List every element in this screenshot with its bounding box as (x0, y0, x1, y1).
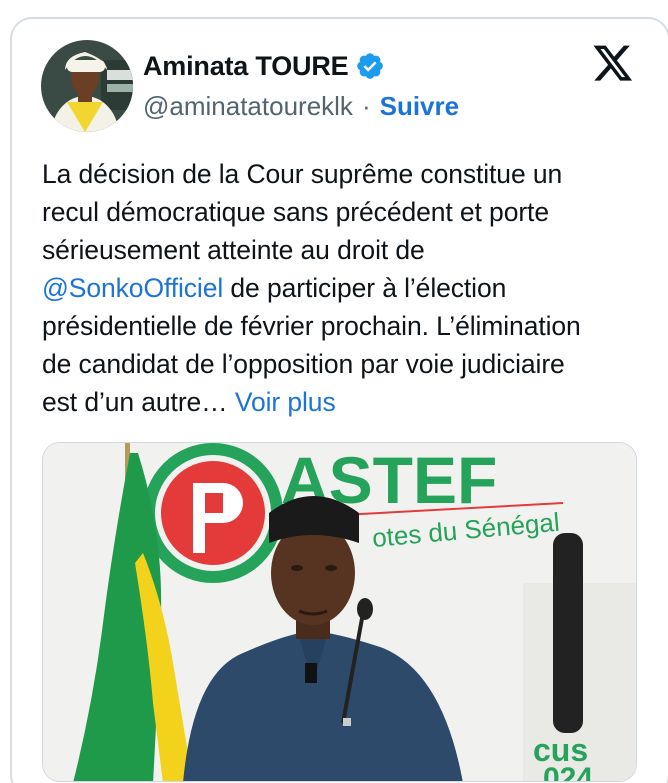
author-handle-row: @aminatatoureklk · Suivre (143, 89, 459, 123)
author-display-name[interactable]: Aminata TOURE (143, 51, 349, 82)
avatar-photo (41, 40, 133, 132)
tweet-line: sérieusement atteinte au droit de (42, 235, 425, 265)
author-avatar[interactable] (41, 40, 133, 132)
mention-link[interactable]: @SonkoOfficiel (42, 273, 223, 303)
tweet-line-with-mention: @SonkoOfficiel de participer à l’électio… (42, 269, 642, 307)
press-conference-photo: ASTEF otes du Sénégal cus 024 (43, 443, 636, 782)
tweet-media-image[interactable]: ASTEF otes du Sénégal cus 024 (42, 442, 637, 782)
tweet-line-text: est d’un autre… (42, 387, 228, 417)
tweet-line: La décision de la Cour suprême constitue… (42, 159, 563, 189)
follow-button[interactable]: Suivre (380, 91, 460, 122)
tweet-line: présidentielle de février prochain. L’él… (42, 311, 581, 341)
tweet-line-last: est d’un autre… Voir plus (42, 383, 642, 421)
read-more-link[interactable]: Voir plus (235, 387, 336, 417)
tweet-line-rest: de participer à l’élection (223, 273, 507, 303)
separator-dot: · (361, 90, 371, 121)
tweet-line: de candidat de l’opposition par voie jud… (42, 349, 565, 379)
corner-subtext: 024 (543, 762, 593, 782)
tweet-line: recul démocratique sans précédent et por… (42, 197, 549, 227)
author-name-row: Aminata TOURE (143, 48, 385, 84)
verified-badge-icon (355, 51, 385, 81)
author-handle[interactable]: @aminatatoureklk (143, 91, 353, 122)
tweet-text: La décision de la Cour suprême constitue… (42, 155, 642, 421)
page: Aminata TOURE @aminatatoureklk · Suivre … (0, 0, 668, 783)
x-logo-icon[interactable] (592, 44, 634, 84)
